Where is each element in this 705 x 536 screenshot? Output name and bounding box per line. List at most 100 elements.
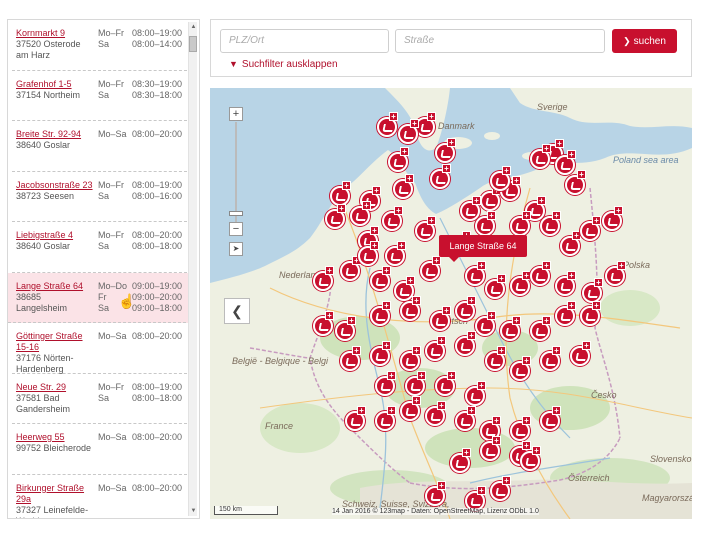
pharmacy-marker-icon[interactable]: + xyxy=(398,119,420,147)
store-street-link[interactable]: Jacobsonstraße 23 xyxy=(16,180,94,191)
pharmacy-marker-icon[interactable]: + xyxy=(385,241,407,269)
pharmacy-marker-icon[interactable]: + xyxy=(530,144,552,172)
pharmacy-marker-icon[interactable]: + xyxy=(485,274,507,302)
store-street-link[interactable]: Göttinger Straße 15-16 xyxy=(16,331,94,353)
pharmacy-marker-icon[interactable]: + xyxy=(455,296,477,324)
store-map[interactable]: Sverige Danmark Poland sea area Nederlan… xyxy=(210,88,692,519)
zoom-slider-track[interactable] xyxy=(235,122,237,222)
pharmacy-marker-icon[interactable]: + xyxy=(345,406,367,434)
store-list-item[interactable]: Neue Str. 29 37581 Bad Gandersheim Mo–Fr 08… xyxy=(12,374,187,424)
pharmacy-marker-icon[interactable]: + xyxy=(430,164,452,192)
store-list-item[interactable]: Breite Str. 92-94 38640 Goslar Mo–Sa 08:00–… xyxy=(12,121,187,172)
store-street-link[interactable]: Heerweg 55 xyxy=(16,432,94,443)
pharmacy-marker-icon[interactable]: + xyxy=(420,256,442,284)
pharmacy-marker-icon[interactable]: + xyxy=(530,316,552,344)
pharmacy-marker-icon[interactable]: + xyxy=(370,301,392,329)
pharmacy-marker-icon[interactable]: + xyxy=(358,241,380,269)
store-street-link[interactable]: Neue Str. 29 xyxy=(16,382,94,393)
pharmacy-marker-icon[interactable]: + xyxy=(570,341,592,369)
plus-badge-icon: + xyxy=(492,416,501,425)
collapse-list-button[interactable]: ❮ xyxy=(224,298,250,324)
pharmacy-marker-icon[interactable]: + xyxy=(450,448,472,476)
pharmacy-marker-icon[interactable]: + xyxy=(425,481,447,509)
pharmacy-marker-icon[interactable]: + xyxy=(400,296,422,324)
zoom-in-button[interactable]: + xyxy=(229,107,243,121)
pharmacy-marker-icon[interactable]: + xyxy=(540,346,562,374)
store-list-item[interactable]: Liebigstraße 4 38640 Goslar Mo–Fr 08:00–20:… xyxy=(12,222,187,273)
plz-city-input[interactable]: PLZ/Ort xyxy=(220,29,389,53)
pharmacy-marker-icon[interactable]: + xyxy=(490,476,512,504)
pharmacy-marker-icon[interactable]: + xyxy=(510,271,532,299)
filter-toggle-link[interactable]: ▼ Suchfilter ausklappen xyxy=(229,59,338,70)
pharmacy-marker-icon[interactable]: + xyxy=(605,261,627,289)
pharmacy-marker-icon[interactable]: + xyxy=(393,174,415,202)
store-list-item[interactable]: Göttinger Straße 15-16 37176 Nörten-Harde… xyxy=(12,323,187,374)
pharmacy-marker-icon[interactable]: + xyxy=(540,406,562,434)
street-input[interactable]: Straße xyxy=(395,29,605,53)
pharmacy-marker-icon[interactable]: + xyxy=(455,406,477,434)
store-street-link[interactable]: Lange Straße 64 xyxy=(16,281,94,292)
scroll-down-arrow-icon[interactable]: ▼ xyxy=(189,506,198,516)
store-list-item[interactable]: Heerweg 55 99752 Bleicherode Mo–Sa 08:00–20… xyxy=(12,424,187,475)
locate-icon[interactable]: ➤ xyxy=(229,242,243,256)
store-street-link[interactable]: Birkunger Straße 29a xyxy=(16,483,94,505)
zoom-out-button[interactable]: − xyxy=(229,222,243,236)
pharmacy-marker-icon[interactable]: + xyxy=(565,170,587,198)
pharmacy-marker-icon[interactable]: + xyxy=(313,266,335,294)
plus-badge-icon: + xyxy=(532,446,541,455)
pharmacy-marker-icon[interactable]: + xyxy=(375,406,397,434)
scrollbar-thumb[interactable] xyxy=(189,36,197,52)
store-list-item[interactable]: Jacobsonstraße 23 38723 Seesen Mo–Fr 08:00–… xyxy=(12,172,187,222)
pharmacy-marker-icon[interactable]: + xyxy=(325,204,347,232)
pharmacy-marker-icon[interactable]: + xyxy=(435,371,457,399)
pharmacy-marker-icon[interactable]: + xyxy=(382,206,404,234)
pharmacy-marker-icon[interactable]: + xyxy=(430,306,452,334)
scroll-up-arrow-icon[interactable]: ▲ xyxy=(189,22,198,32)
pharmacy-marker-icon[interactable]: + xyxy=(555,271,577,299)
store-list-item[interactable]: Lange Straße 64 38685 Langelsheim Mo–Do 09:… xyxy=(8,272,191,323)
pharmacy-marker-icon[interactable]: + xyxy=(520,446,542,474)
pharmacy-marker-icon[interactable]: + xyxy=(480,436,502,464)
store-list-item[interactable]: Grafenhof 1-5 37154 Northeim Mo–Fr 08:30–19… xyxy=(12,71,187,121)
pharmacy-marker-icon[interactable]: + xyxy=(425,401,447,429)
list-scrollbar[interactable]: ▲ ▼ xyxy=(188,22,197,516)
pharmacy-marker-icon[interactable]: + xyxy=(377,112,399,140)
store-street-link[interactable]: Kornmarkt 9 xyxy=(16,28,94,39)
pharmacy-marker-icon[interactable]: + xyxy=(375,371,397,399)
pharmacy-marker-icon[interactable]: + xyxy=(510,356,532,384)
pharmacy-marker-icon[interactable]: + xyxy=(580,301,602,329)
pharmacy-marker-icon[interactable]: + xyxy=(560,231,582,259)
pharmacy-marker-icon[interactable]: + xyxy=(555,301,577,329)
pharmacy-marker-icon[interactable]: + xyxy=(388,147,410,175)
pharmacy-marker-icon[interactable]: + xyxy=(500,316,522,344)
pharmacy-marker-icon[interactable]: + xyxy=(370,266,392,294)
hours-row: Mo–Sa 08:00–20:00 xyxy=(98,432,182,443)
pharmacy-marker-icon[interactable]: + xyxy=(400,396,422,424)
pharmacy-marker-icon[interactable]: + xyxy=(475,311,497,339)
search-panel: PLZ/Ort Straße ❯ suchen ▼ Suchfilter auskl… xyxy=(210,19,692,77)
pharmacy-marker-icon[interactable]: + xyxy=(490,166,512,194)
pharmacy-marker-icon[interactable]: + xyxy=(465,261,487,289)
pharmacy-marker-icon[interactable]: + xyxy=(350,201,372,229)
pharmacy-marker-icon[interactable]: + xyxy=(370,341,392,369)
pharmacy-marker-icon[interactable]: + xyxy=(435,138,457,166)
pharmacy-marker-icon[interactable]: + xyxy=(340,346,362,374)
pharmacy-marker-icon[interactable]: + xyxy=(313,311,335,339)
store-list-item[interactable]: Kornmarkt 9 37520 Osterode am Harz Mo–Fr 08… xyxy=(12,20,187,71)
pharmacy-marker-icon[interactable]: + xyxy=(485,346,507,374)
store-street-link[interactable]: Liebigstraße 4 xyxy=(16,230,94,241)
pharmacy-marker-icon[interactable]: + xyxy=(425,336,447,364)
hours-row: Mo–Fr 08:00–19:00 xyxy=(98,180,182,191)
store-street-link[interactable]: Breite Str. 92-94 xyxy=(16,129,94,140)
pharmacy-marker-icon[interactable]: + xyxy=(335,316,357,344)
pharmacy-marker-icon[interactable]: + xyxy=(580,216,602,244)
pharmacy-marker-icon[interactable]: + xyxy=(530,261,552,289)
store-street-link[interactable]: Grafenhof 1-5 xyxy=(16,79,94,90)
pharmacy-marker-icon[interactable]: + xyxy=(540,211,562,239)
pharmacy-marker-icon[interactable]: + xyxy=(415,216,437,244)
search-button[interactable]: ❯ suchen xyxy=(612,29,677,53)
zoom-slider-handle[interactable] xyxy=(229,211,243,216)
pharmacy-marker-icon[interactable]: + xyxy=(455,331,477,359)
pharmacy-marker-icon[interactable]: + xyxy=(602,206,624,234)
store-list-item[interactable]: Birkunger Straße 29a37327 Leinefelde-Wor… xyxy=(12,475,187,519)
